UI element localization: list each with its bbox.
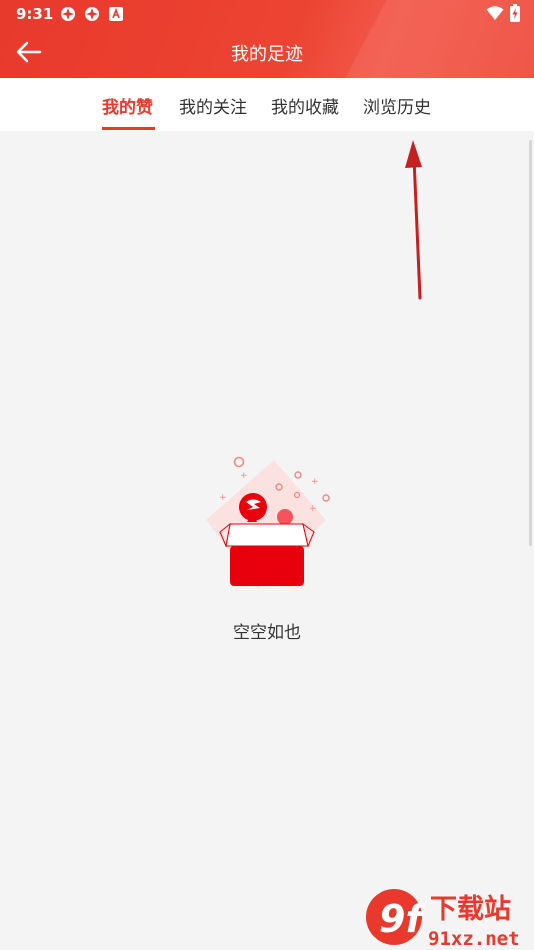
app-header: 9:31 我的足迹 xyxy=(0,0,534,78)
battery-charging-icon xyxy=(510,4,520,22)
annotation-arrow-icon xyxy=(405,140,422,300)
svg-text:+: + xyxy=(240,471,248,481)
tab-browse-history[interactable]: 浏览历史 xyxy=(363,93,431,118)
status-right xyxy=(486,4,520,22)
app-notification-icon xyxy=(85,7,99,21)
tab-bar: 我的赞 我的关注 我的收藏 浏览历史 xyxy=(0,78,534,131)
tab-my-follows[interactable]: 我的关注 xyxy=(179,93,247,118)
status-time: 9:31 xyxy=(16,5,54,23)
a-badge-icon xyxy=(109,7,123,21)
watermark-title: 下载站 xyxy=(430,894,511,925)
active-tab-indicator xyxy=(102,127,155,130)
page-title: 我的足迹 xyxy=(231,44,303,65)
empty-box-icon: + + + + xyxy=(206,456,330,588)
tab-my-favorites[interactable]: 我的收藏 xyxy=(271,93,339,118)
tab-my-likes[interactable]: 我的赞 xyxy=(102,93,153,118)
watermark-logo-text: 9f xyxy=(379,897,426,941)
empty-state-message: 空空如也 xyxy=(233,623,301,643)
watermark-url: 91xz.net xyxy=(428,928,520,950)
watermark-logo: 9f 下载站 91xz.net xyxy=(366,889,520,950)
svg-text:+: + xyxy=(311,477,319,487)
wifi-icon xyxy=(486,6,504,20)
svg-text:+: + xyxy=(309,504,317,514)
status-bar: 9:31 xyxy=(0,0,534,28)
app-notification-icon xyxy=(61,7,75,21)
scrollbar[interactable] xyxy=(529,140,532,546)
svg-text:+: + xyxy=(219,493,227,503)
